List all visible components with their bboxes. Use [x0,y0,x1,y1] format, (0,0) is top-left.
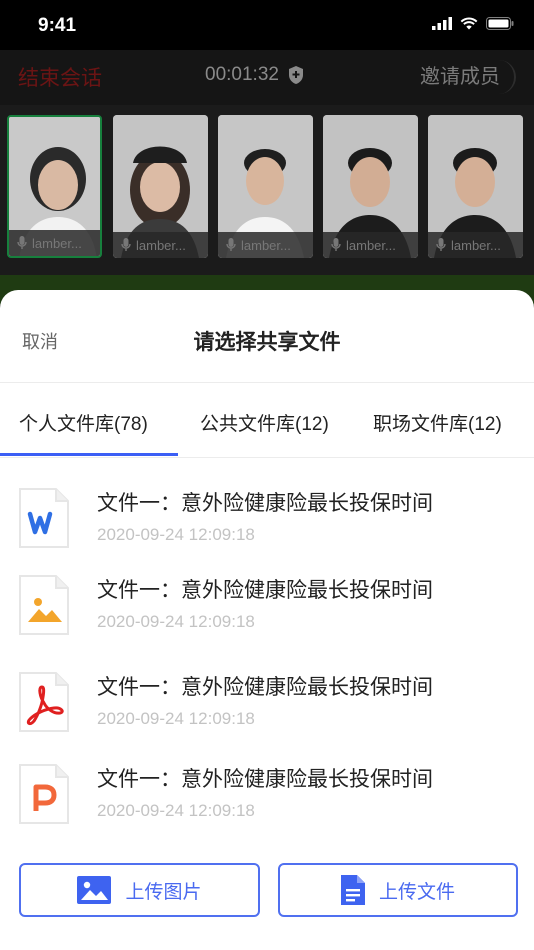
participant-tile[interactable]: lamber... [7,115,102,258]
timer-text: 00:01:32 [205,64,279,85]
upload-image-button[interactable]: 上传图片 [19,863,260,917]
tab-workplace-library[interactable]: 职场文件库(12) [373,409,502,436]
microphone-icon [436,238,446,251]
microphone-icon [226,238,236,251]
upload-file-label: 上传文件 [378,881,455,903]
upload-image-label: 上传图片 [125,881,202,903]
microphone-icon [121,238,131,251]
document-icon [340,875,365,905]
wifi-icon [460,17,478,30]
share-file-sheet: 取消 请选择共享文件 个人文件库(78) 公共文件库(12) 职场文件库(12)… [0,290,534,950]
end-session-button[interactable]: 结束会话 [18,62,102,92]
participant-name: lamber... [136,237,186,253]
file-name: 文件一：意外险健康险最长投保时间 [97,676,433,699]
status-time: 9:41 [38,15,77,36]
upload-file-button[interactable]: 上传文件 [278,863,518,917]
participant-tile[interactable]: lamber... [113,115,208,258]
tab-personal-library[interactable]: 个人文件库(78) [19,409,148,436]
file-name: 文件一：意外险健康险最长投保时间 [97,768,433,791]
image-file-icon [19,575,69,635]
participant-name: lamber... [241,237,291,253]
participant-label: lamber... [323,232,418,258]
tab-public-library[interactable]: 公共文件库(12) [200,409,329,436]
file-date: 2020-09-24 12:09:18 [97,709,255,728]
file-list-item[interactable]: 文件一：意外险健康险最长投保时间 2020-09-24 12:09:18 [0,487,534,577]
battery-icon [486,17,514,30]
signal-icon [432,17,452,30]
file-date: 2020-09-24 12:09:18 [97,612,255,631]
microphone-icon [331,238,341,251]
participant-label: lamber... [113,232,208,258]
participant-tile[interactable]: lamber... [218,115,313,258]
ppt-file-icon [19,764,69,824]
word-file-icon [19,488,69,548]
file-name: 文件一：意外险健康险最长投保时间 [97,579,433,602]
participant-label: lamber... [9,230,100,256]
participant-label: lamber... [428,232,523,258]
participant-video-strip: lamber... lamber... lamber... lamber... … [0,105,534,275]
image-icon [77,876,112,904]
status-bar: 9:41 [0,0,534,50]
sheet-title: 请选择共享文件 [193,331,341,354]
file-list-item[interactable]: 文件一：意外险健康险最长投保时间 2020-09-24 12:09:18 [0,671,534,761]
file-library-tabs: 个人文件库(78) 公共文件库(12) 职场文件库(12) [0,383,534,458]
invite-members-button[interactable]: 邀请成员 [420,60,516,94]
status-icons [432,17,514,30]
participant-name: lamber... [346,237,396,253]
file-date: 2020-09-24 12:09:18 [97,525,255,544]
participant-tile[interactable]: lamber... [428,115,523,258]
file-name: 文件一：意外险健康险最长投保时间 [97,492,433,515]
participant-name: lamber... [451,237,501,253]
pdf-file-icon [19,672,69,732]
file-date: 2020-09-24 12:09:18 [97,801,255,820]
tab-underline [0,453,178,456]
call-timer: 00:01:32 [205,64,305,86]
file-list-item[interactable]: 文件一：意外险健康险最长投保时间 2020-09-24 12:09:18 [0,763,534,853]
file-list-item[interactable]: 文件一：意外险健康险最长投保时间 2020-09-24 12:09:18 [0,574,534,664]
shield-icon [288,66,303,84]
call-header: 结束会话 00:01:32 邀请成员 [0,50,534,105]
participant-tile[interactable]: lamber... [323,115,418,258]
sheet-header: 取消 请选择共享文件 [0,290,534,383]
participant-name: lamber... [32,235,82,251]
microphone-icon [17,236,27,249]
participant-label: lamber... [218,232,313,258]
